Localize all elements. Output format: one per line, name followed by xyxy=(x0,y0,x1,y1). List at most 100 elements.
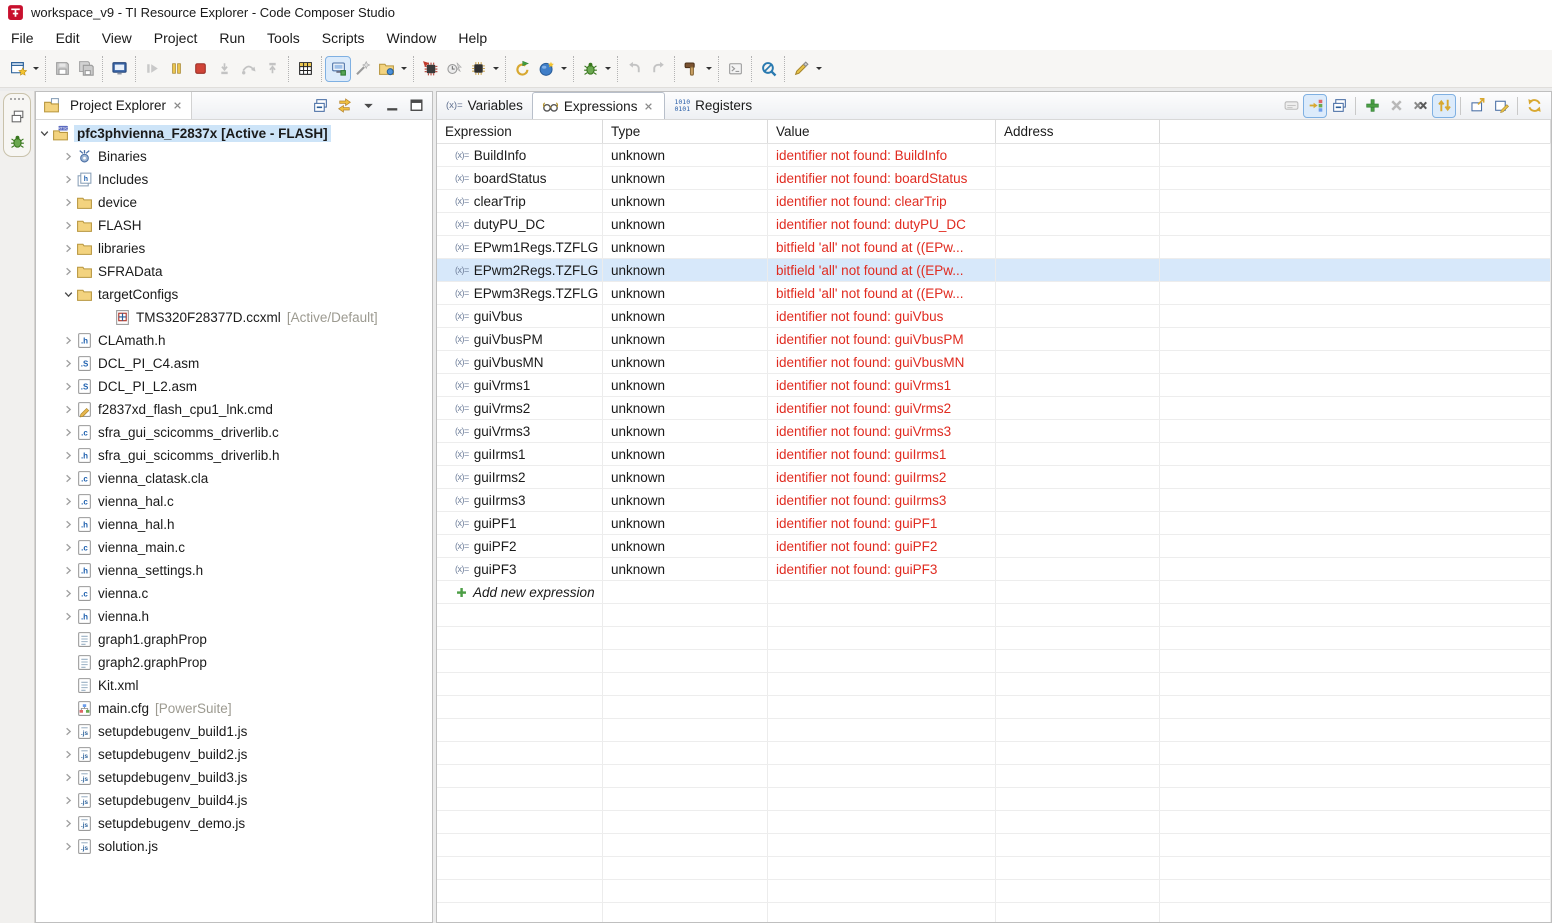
menu-edit[interactable]: Edit xyxy=(45,28,91,48)
step-return-icon[interactable] xyxy=(260,57,284,81)
chevron-right-icon[interactable] xyxy=(60,448,76,464)
chevron-right-icon[interactable] xyxy=(60,356,76,372)
collapse-all-icon[interactable] xyxy=(309,95,331,117)
expression-row[interactable]: (x)= guiVrms3 unknown identifier not found:… xyxy=(437,420,1551,443)
tree-item[interactable]: .h CLAmath.h xyxy=(36,329,432,352)
menu-file[interactable]: File xyxy=(0,28,45,48)
chevron-right-icon[interactable] xyxy=(60,563,76,579)
tree-item[interactable]: Kit.xml xyxy=(36,674,432,697)
maximize-icon[interactable] xyxy=(405,95,427,117)
tree-item[interactable]: .c vienna_hal.c xyxy=(36,490,432,513)
collapse-all-icon[interactable] xyxy=(1328,95,1350,117)
tree-item[interactable]: .c vienna_main.c xyxy=(36,536,432,559)
tree-item[interactable]: .h vienna_settings.h xyxy=(36,559,432,582)
expression-row[interactable]: (x)= guiPF3 unknown identifier not found: g… xyxy=(437,558,1551,581)
tree-item[interactable]: SFRAData xyxy=(36,260,432,283)
menu-project[interactable]: Project xyxy=(143,28,209,48)
suspend-icon[interactable] xyxy=(164,57,188,81)
tree-item[interactable]: .h vienna.h xyxy=(36,605,432,628)
column-header-expression[interactable]: Expression xyxy=(437,120,603,143)
add-expression-icon[interactable] xyxy=(1361,95,1383,117)
show-type-names-icon[interactable] xyxy=(1280,95,1302,117)
expression-row[interactable]: (x)= EPwm2Regs.TZFLG unknown bitfield 'all'… xyxy=(437,259,1551,282)
chevron-right-icon[interactable] xyxy=(60,494,76,510)
debug-icon[interactable] xyxy=(578,57,602,81)
menu-scripts[interactable]: Scripts xyxy=(311,28,376,48)
chevron-right-icon[interactable] xyxy=(60,816,76,832)
chevron-right-icon[interactable] xyxy=(60,770,76,786)
tree-item[interactable]: .h vienna_hal.h xyxy=(36,513,432,536)
tab-variables[interactable]: (x)= Variables xyxy=(437,92,532,119)
expression-row[interactable]: (x)= guiIrms3 unknown identifier not found:… xyxy=(437,489,1551,512)
tree-item[interactable]: .S DCL_PI_C4.asm xyxy=(36,352,432,375)
chevron-right-icon[interactable] xyxy=(60,218,76,234)
expression-row[interactable]: (x)= boardStatus unknown identifier not fou… xyxy=(437,167,1551,190)
chevron-right-icon[interactable] xyxy=(60,793,76,809)
minimize-icon[interactable] xyxy=(381,95,403,117)
build-dropdown-icon[interactable] xyxy=(703,57,714,81)
chevron-right-icon[interactable] xyxy=(60,425,76,441)
chevron-right-icon[interactable] xyxy=(60,586,76,602)
chevron-right-icon[interactable] xyxy=(60,747,76,763)
tree-item[interactable]: h Includes xyxy=(36,168,432,191)
search-icon[interactable] xyxy=(756,57,780,81)
tree-item[interactable]: .c vienna.c xyxy=(36,582,432,605)
menu-view[interactable]: View xyxy=(91,28,143,48)
flash-tool-icon[interactable] xyxy=(789,57,813,81)
chevron-right-icon[interactable] xyxy=(60,724,76,740)
detach-window-icon[interactable] xyxy=(1466,95,1488,117)
flash-tool-dropdown-icon[interactable] xyxy=(813,57,824,81)
expression-row[interactable]: (x)= dutyPU_DC unknown identifier not found… xyxy=(437,213,1551,236)
menu-window[interactable]: Window xyxy=(376,28,448,48)
edit-watch-expression-icon[interactable] xyxy=(1490,95,1512,117)
tab-expressions[interactable]: Expressions xyxy=(531,92,666,119)
new-wizard-icon[interactable] xyxy=(6,57,30,81)
auto-refresh-icon[interactable] xyxy=(1432,93,1456,118)
close-icon[interactable] xyxy=(642,100,655,113)
expression-row[interactable]: (x)= guiVrms1 unknown identifier not found:… xyxy=(437,374,1551,397)
tab-registers[interactable]: 1010 0101 Registers xyxy=(665,92,761,119)
chevron-right-icon[interactable] xyxy=(60,333,76,349)
show-logical-structure-icon[interactable] xyxy=(1303,93,1327,118)
expression-row[interactable]: (x)= guiIrms2 unknown identifier not found:… xyxy=(437,466,1551,489)
save-icon[interactable] xyxy=(50,57,74,81)
chevron-right-icon[interactable] xyxy=(60,172,76,188)
expression-row[interactable]: (x)= guiVbusMN unknown identifier not found… xyxy=(437,351,1551,374)
step-into-icon[interactable] xyxy=(212,57,236,81)
menu-run[interactable]: Run xyxy=(208,28,256,48)
load-program-icon[interactable] xyxy=(418,57,442,81)
close-icon[interactable] xyxy=(171,99,184,112)
column-header-address[interactable]: Address xyxy=(996,120,1160,143)
build-icon[interactable] xyxy=(679,57,703,81)
tree-item[interactable]: .c vienna_clatask.cla xyxy=(36,467,432,490)
tree-item[interactable]: .js setupdebugenv_build4.js xyxy=(36,789,432,812)
menu-help[interactable]: Help xyxy=(447,28,498,48)
terminate-icon[interactable] xyxy=(188,57,212,81)
add-expression-row[interactable]: Add new expression xyxy=(437,581,1551,604)
expression-row[interactable]: (x)= guiVbus unknown identifier not found: … xyxy=(437,305,1551,328)
debug-project-dropdown-icon[interactable] xyxy=(398,57,409,81)
chevron-right-icon[interactable] xyxy=(60,609,76,625)
chevron-down-icon[interactable] xyxy=(36,126,52,142)
on-chip-flash-dropdown-icon[interactable] xyxy=(490,57,501,81)
resource-explorer-dropdown-icon[interactable] xyxy=(558,57,569,81)
chevron-right-icon[interactable] xyxy=(60,195,76,211)
tree-item[interactable]: .S DCL_PI_L2.asm xyxy=(36,375,432,398)
tree-item[interactable]: TMS320F28377D.ccxml [Active/Default] xyxy=(36,306,432,329)
tree-item[interactable]: .c sfra_gui_scicomms_driverlib.c xyxy=(36,421,432,444)
expression-row[interactable]: (x)= guiVbusPM unknown identifier not found… xyxy=(437,328,1551,351)
expression-row[interactable]: (x)= guiIrms1 unknown identifier not found:… xyxy=(437,443,1551,466)
step-over-icon[interactable] xyxy=(236,57,260,81)
debug-console-icon[interactable] xyxy=(107,57,131,81)
tree-item[interactable]: Binaries xyxy=(36,145,432,168)
tree-item[interactable]: .js setupdebugenv_build1.js xyxy=(36,720,432,743)
chevron-right-icon[interactable] xyxy=(60,379,76,395)
debug-fastview-icon[interactable] xyxy=(7,131,27,151)
tree-item[interactable]: graph1.graphProp xyxy=(36,628,432,651)
tree-item[interactable]: libraries xyxy=(36,237,432,260)
column-header-value[interactable]: Value xyxy=(768,120,996,143)
tree-item[interactable]: device xyxy=(36,191,432,214)
tree-item[interactable]: graph2.graphProp xyxy=(36,651,432,674)
tree-item[interactable]: .js setupdebugenv_build2.js xyxy=(36,743,432,766)
expression-row[interactable]: (x)= guiPF1 unknown identifier not found: g… xyxy=(437,512,1551,535)
